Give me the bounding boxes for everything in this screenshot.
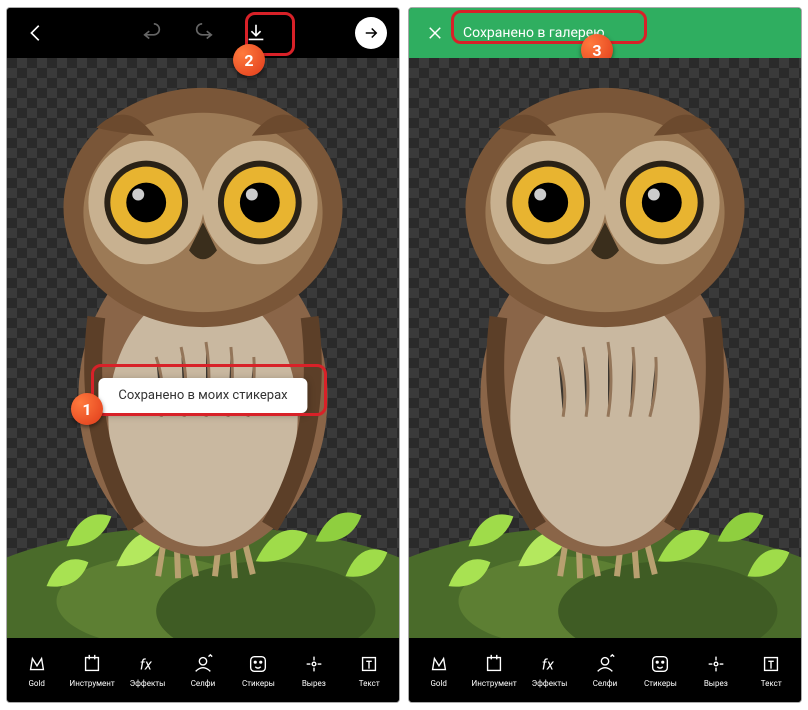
bottom-toolbar: Gold Инструмент fx Эффекты Селфи Стикеры… — [409, 638, 801, 702]
owl-image — [7, 58, 399, 638]
redo-button[interactable] — [187, 16, 221, 50]
tool-label: Инструмент — [472, 679, 517, 688]
tool-label: Стикеры — [242, 679, 275, 688]
close-banner-button[interactable] — [423, 21, 447, 45]
tool-effects[interactable]: fx Эффекты — [120, 653, 175, 688]
tool-instrument[interactable]: Инструмент — [466, 653, 521, 688]
tool-stickers[interactable]: Стикеры — [231, 653, 286, 688]
tool-label: Стикеры — [644, 679, 677, 688]
editor-canvas[interactable] — [409, 58, 801, 638]
topbar — [7, 8, 399, 58]
tool-cutout[interactable]: Вырез — [286, 653, 341, 688]
callout-badge-1: 1 — [71, 393, 103, 425]
svg-text:fx: fx — [139, 655, 152, 673]
bottom-toolbar: Gold Инструмент fx Эффекты Селфи Стикеры… — [7, 638, 399, 702]
tool-label: Текст — [359, 679, 380, 688]
tool-label: Gold — [28, 679, 44, 688]
tool-label: Вырез — [704, 679, 728, 688]
back-button[interactable] — [19, 16, 53, 50]
tool-effects[interactable]: fx Эффекты — [522, 653, 577, 688]
tool-label: Gold — [430, 679, 446, 688]
tool-label: Селфи — [593, 679, 618, 688]
tool-cutout[interactable]: Вырез — [688, 653, 743, 688]
tool-instrument[interactable]: Инструмент — [64, 653, 119, 688]
tool-label: Текст — [761, 679, 782, 688]
tool-label: Селфи — [191, 679, 216, 688]
tool-gold[interactable]: Gold — [411, 653, 466, 688]
next-button[interactable] — [355, 17, 387, 49]
tool-label: Инструмент — [70, 679, 115, 688]
tool-label: Эффекты — [130, 679, 166, 688]
callout-box-1 — [91, 364, 327, 416]
editor-canvas[interactable]: Сохранено в моих стикерах 1 — [7, 58, 399, 638]
tool-selfie[interactable]: Селфи — [175, 653, 230, 688]
tool-selfie[interactable]: Селфи — [577, 653, 632, 688]
tool-gold[interactable]: Gold — [9, 653, 64, 688]
tool-label: Вырез — [302, 679, 326, 688]
tool-stickers[interactable]: Стикеры — [633, 653, 688, 688]
callout-box-3 — [451, 10, 647, 44]
tool-text[interactable]: Текст — [744, 653, 799, 688]
callout-badge-2: 2 — [233, 44, 265, 76]
tool-label: Эффекты — [532, 679, 568, 688]
phone-right: Сохранено в галерею 3 — [408, 7, 802, 703]
phone-left: Сохранено в моих стикерах 1 2 Gold Инстр… — [6, 7, 400, 703]
tool-text[interactable]: Текст — [342, 653, 397, 688]
owl-image — [409, 58, 801, 638]
svg-text:fx: fx — [541, 655, 554, 673]
undo-button[interactable] — [135, 16, 169, 50]
